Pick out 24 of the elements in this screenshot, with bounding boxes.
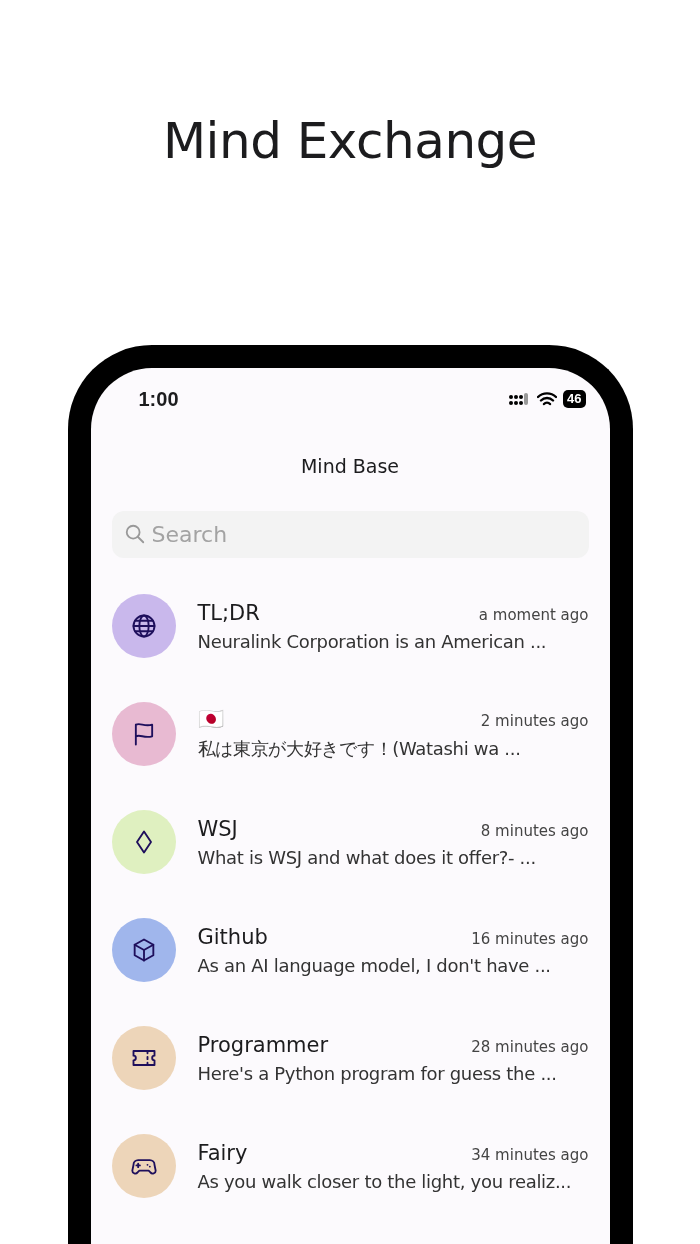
chat-title[interactable]: Programmer [197,1032,329,1057]
chat-title[interactable]: Fairy [197,1140,248,1165]
chat-time: 34 minutes ago [471,1145,589,1164]
chat-preview: As an AI language model, I don't have ... [197,954,552,976]
chat-preview: Neuralink Corporation is an American ... [197,630,548,652]
chat-title[interactable]: WSJ [197,816,238,841]
chat-title[interactable]: Github [197,924,268,949]
chat-title[interactable]: 🇯🇵 [197,707,224,731]
wifi-icon [537,391,558,407]
chat-title[interactable]: TL;DR [197,600,260,625]
chat-time: 28 minutes ago [471,1037,589,1056]
chat-preview: As you walk closer to the light, you realiz... [197,1170,573,1192]
chat-preview: 私は東京が大好きです！(Watashi wa ... [197,737,522,761]
chat-time: 2 minutes ago [480,712,589,730]
chat-time: a moment ago [478,605,589,624]
chat-preview: What is WSJ and what does it offer?- ... [197,846,537,868]
screen-title: Mind Base [300,455,400,477]
chat-time: 8 minutes ago [480,821,589,840]
status-time: 1:00 [138,387,179,411]
page-title: Mind Exchange [162,112,538,170]
battery-level: 46 [563,390,586,408]
chat-time: 16 minutes ago [471,929,589,948]
chat-preview: Here's a Python program for guess the ... [197,1062,558,1084]
search-field[interactable]: Search [111,511,589,558]
